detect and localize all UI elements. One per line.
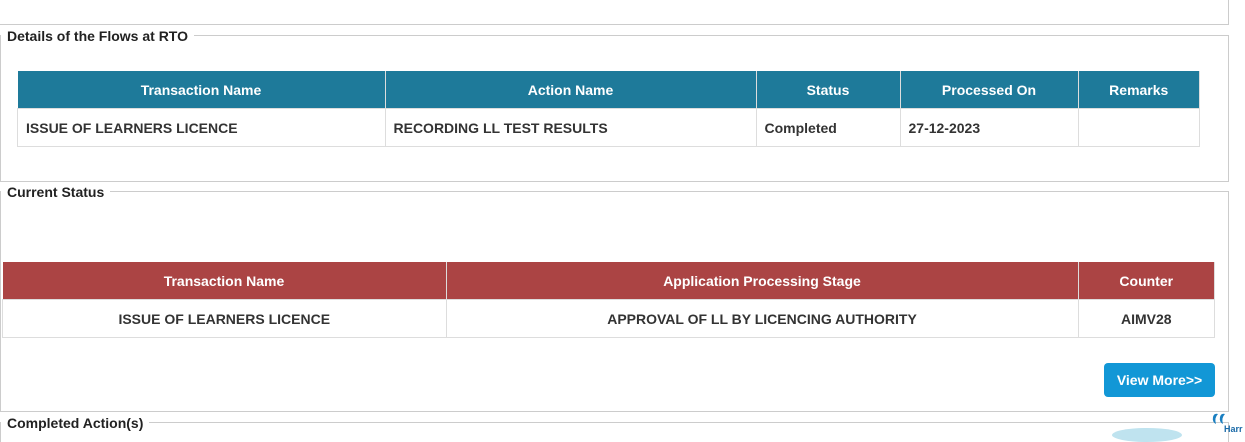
- table-row: ISSUE OF LEARNERS LICENCE APPROVAL OF LL…: [2, 299, 1215, 338]
- flows-legend: Details of the Flows at RTO: [1, 28, 194, 44]
- cell-processed-on: 27-12-2023: [899, 108, 1079, 147]
- cell-remarks: [1077, 108, 1200, 147]
- widget-shadow: [1112, 428, 1182, 442]
- table-row: ISSUE OF LEARNERS LICENCE RECORDING LL T…: [17, 108, 1200, 147]
- col-action-name: Action Name: [385, 71, 757, 109]
- help-chat-widget[interactable]: Harr: [1212, 412, 1245, 434]
- cell-transaction-name: ISSUE OF LEARNERS LICENCE: [17, 108, 386, 147]
- col-remarks: Remarks: [1078, 71, 1200, 109]
- cell-action-name: RECORDING LL TEST RESULTS: [384, 108, 757, 147]
- flows-table-header: Transaction Name Action Name Status Proc…: [17, 71, 1200, 109]
- current-status-table-header: Transaction Name Application Processing …: [2, 262, 1215, 300]
- cell-status: Completed: [755, 108, 901, 147]
- col-counter: Counter: [1078, 262, 1215, 300]
- col-transaction-name: Transaction Name: [17, 71, 386, 109]
- completed-legend: Completed Action(s): [1, 415, 150, 431]
- col-processing-stage: Application Processing Stage: [446, 262, 1079, 300]
- cell-transaction-name: ISSUE OF LEARNERS LICENCE: [2, 299, 447, 338]
- help-chat-icon: Harr: [1212, 413, 1243, 434]
- current-status-table: Transaction Name Application Processing …: [2, 262, 1215, 338]
- flows-table: Transaction Name Action Name Status Proc…: [17, 71, 1200, 147]
- col-processed-on: Processed On: [900, 71, 1079, 109]
- previous-panel-edge: [0, 0, 1229, 25]
- col-status: Status: [756, 71, 901, 109]
- completed-fieldset: [0, 422, 1229, 442]
- cell-counter: AIMV28: [1077, 299, 1215, 338]
- view-more-button[interactable]: View More>>: [1104, 363, 1215, 397]
- cell-processing-stage: APPROVAL OF LL BY LICENCING AUTHORITY: [445, 299, 1079, 338]
- current-status-legend: Current Status: [1, 184, 111, 200]
- widget-text: Harr: [1224, 424, 1243, 434]
- col-transaction-name: Transaction Name: [2, 262, 447, 300]
